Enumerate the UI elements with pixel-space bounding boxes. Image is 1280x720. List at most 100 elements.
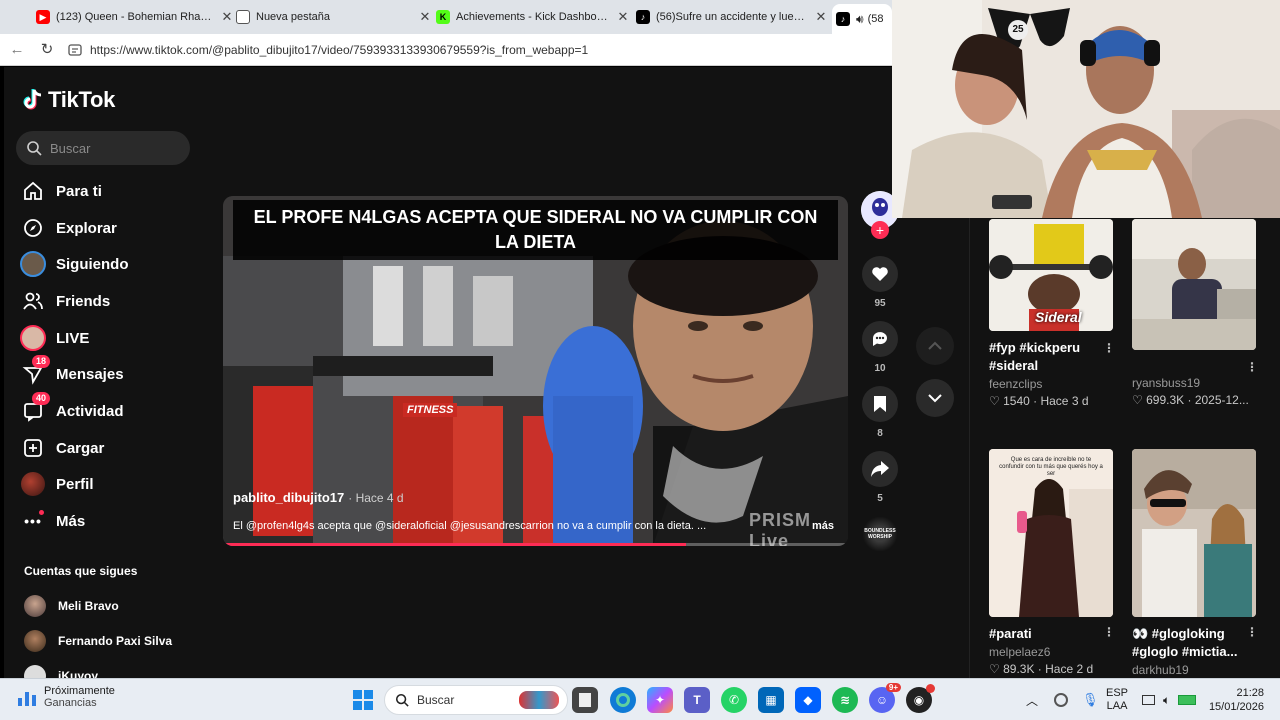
nav-perfil[interactable]: Perfil <box>20 468 190 500</box>
video-author[interactable]: ryansbuss19 <box>1132 376 1256 390</box>
video-card[interactable]: Que es cara de increíble no te confundir… <box>989 449 1115 676</box>
nav-cargar[interactable]: Cargar <box>20 432 190 464</box>
previous-video-button[interactable] <box>916 327 954 365</box>
next-video-button[interactable] <box>916 379 954 417</box>
following-avatar-icon <box>20 251 46 277</box>
video-author[interactable]: melpelaez6 <box>989 645 1113 659</box>
more-options-icon[interactable]: ⋮ <box>1246 360 1258 374</box>
video-title[interactable]: #parati <box>989 625 1101 643</box>
close-tab-icon[interactable]: ✕ <box>814 9 828 25</box>
nav-label: Mensajes <box>56 365 124 383</box>
clock[interactable]: 21:28 15/01/2026 <box>1209 679 1264 720</box>
follow-plus-icon[interactable]: + <box>871 221 889 239</box>
nav-friends[interactable]: Friends <box>20 285 190 317</box>
show-hidden-icons-chevron-icon[interactable]: ︿ <box>1026 692 1040 709</box>
network-status-icon[interactable] <box>1054 693 1068 707</box>
nav-mas[interactable]: ••• Más <box>20 505 190 537</box>
widgets-button[interactable]: Próximamente Ganancias <box>16 685 115 709</box>
site-info-icon[interactable] <box>68 43 82 57</box>
speaker-icon[interactable]: 🔊︎ <box>856 12 864 27</box>
taskbar-search[interactable]: Buscar <box>384 685 568 715</box>
activity-badge: 40 <box>32 392 51 405</box>
more-options-icon[interactable]: ⋮ <box>1103 341 1115 355</box>
comment-button[interactable]: 10 <box>860 321 900 374</box>
lang-top: ESP <box>1106 687 1129 699</box>
search-highlight-icon <box>519 691 559 709</box>
discord-taskbar-icon[interactable]: ☺ 9+ <box>869 683 901 713</box>
start-button[interactable] <box>350 687 376 713</box>
tab-tiktok-1[interactable]: ♪ (56)Sufre un accidente y luego pre ✕ <box>636 4 828 30</box>
tab-youtube[interactable]: ▶ (123) Queen - Bohemian Rhapsody ✕ <box>36 4 234 30</box>
close-tab-icon[interactable]: ✕ <box>418 9 432 25</box>
more-options-icon[interactable]: ⋮ <box>1103 625 1115 639</box>
like-button[interactable]: 95 <box>860 256 900 309</box>
tab-kick[interactable]: K Achievements - Kick Dashboard ✕ <box>436 4 630 30</box>
following-account[interactable]: jKuyoy <box>24 662 98 678</box>
video-thumbnail[interactable] <box>1132 449 1256 617</box>
microphone-icon[interactable]: 🎙︎ <box>1082 692 1099 708</box>
following-account[interactable]: Meli Bravo <box>24 592 119 620</box>
tiktok-icon: ♪ <box>836 12 850 26</box>
store-taskbar-icon[interactable]: ▦ <box>758 687 784 713</box>
avatar <box>24 630 46 652</box>
whatsapp-taskbar-icon[interactable]: ✆ <box>721 687 747 713</box>
video-thumbnail[interactable] <box>1132 219 1256 350</box>
close-tab-icon[interactable]: ✕ <box>220 9 234 25</box>
teams-taskbar-icon[interactable]: T <box>684 687 710 713</box>
video-card[interactable]: ryansbuss19 ⋮ ♡ 699.3K · 2025-12... <box>1132 219 1258 407</box>
compass-icon <box>20 215 46 241</box>
reload-icon[interactable]: ↻ <box>38 41 56 59</box>
spotify-taskbar-icon[interactable]: ≋ <box>832 687 858 713</box>
video-card[interactable]: Sideral #fyp #kickperu #sideral ⋮ feenzc… <box>989 219 1115 408</box>
back-arrow-icon[interactable]: ← <box>8 41 26 59</box>
copilot-icon: ✦ <box>654 693 666 707</box>
video-author[interactable]: pablito_dibujito17 · Hace 4 d <box>233 490 404 505</box>
url-field[interactable]: https://www.tiktok.com/@pablito_dibujito… <box>68 39 880 61</box>
nav-label: Friends <box>56 292 111 310</box>
dropbox-taskbar-icon[interactable]: ◆ <box>795 687 821 713</box>
video-thumbnail[interactable]: Sideral <box>989 219 1113 331</box>
video-card[interactable]: 👀 #glogloking #gloglo #mictia... ⋮ darkh… <box>1132 449 1258 677</box>
music-disc[interactable]: BOUNDLESS WORSHIP <box>860 516 900 552</box>
copilot-taskbar-icon[interactable]: ✦ <box>647 687 673 713</box>
video-player[interactable]: FITNESS EL PROFE N4LGAS ACEPTA QUE SIDER… <box>223 196 848 546</box>
nav-para-ti[interactable]: Para ti <box>20 175 190 207</box>
more-options-icon[interactable]: ⋮ <box>1246 625 1258 639</box>
like-count: 89.3K <box>1003 662 1035 676</box>
tab-new[interactable]: Nueva pestaña ✕ <box>236 4 432 30</box>
quick-settings[interactable]: 🔈︎ <box>1142 679 1197 720</box>
edge-taskbar-icon[interactable] <box>610 687 636 713</box>
nav-siguiendo[interactable]: Siguiendo <box>20 248 190 280</box>
discord-icon: ☺ <box>875 693 889 707</box>
more-button[interactable]: más <box>812 520 834 532</box>
following-account[interactable]: Fernando Paxi Silva <box>24 627 172 655</box>
new-tab-icon <box>236 10 250 24</box>
video-meta: ♡ 89.3K · Hace 2 d <box>989 662 1094 676</box>
video-description: El @profen4lg4s acepta que @sideralofici… <box>233 520 707 532</box>
video-thumbnail[interactable]: Que es cara de increíble no te confundir… <box>989 449 1113 617</box>
close-tab-icon[interactable]: ✕ <box>616 9 630 25</box>
nav-live[interactable]: LIVE <box>20 322 190 354</box>
video-meta: ♡ 1540 · Hace 3 d <box>989 394 1089 408</box>
username[interactable]: pablito_dibujito17 <box>233 490 344 505</box>
tiktok-logo[interactable]: TikTok <box>22 87 115 113</box>
language-indicator[interactable]: ESP LAA <box>1106 679 1128 720</box>
video-title[interactable]: #fyp #kickperu #sideral <box>989 339 1101 375</box>
file-explorer-taskbar-icon[interactable] <box>572 687 598 713</box>
taskbar-search-placeholder: Buscar <box>417 693 455 707</box>
video-title[interactable]: 👀 #glogloking #gloglo #mictia... <box>1132 625 1242 661</box>
nav-actividad[interactable]: 40 Actividad <box>20 392 190 427</box>
more-dots-icon: ••• <box>20 508 46 534</box>
activity-icon: 40 <box>20 392 51 424</box>
nav-mensajes[interactable]: 18 Mensajes <box>20 355 190 390</box>
search-input[interactable]: Buscar <box>16 131 190 165</box>
obs-taskbar-icon[interactable]: ◉ <box>906 684 935 713</box>
progress-bar[interactable] <box>223 543 848 546</box>
nav-explorar[interactable]: Explorar <box>20 212 190 244</box>
video-author[interactable]: feenzclips <box>989 377 1113 391</box>
tab-tiktok-active[interactable]: ♪ 🔊︎ (58 <box>832 4 892 34</box>
share-button[interactable]: 5 <box>860 451 900 504</box>
video-caption-banner: EL PROFE N4LGAS ACEPTA QUE SIDERAL NO VA… <box>233 200 838 260</box>
video-author[interactable]: darkhub19 <box>1132 663 1256 677</box>
save-button[interactable]: 8 <box>860 386 900 439</box>
